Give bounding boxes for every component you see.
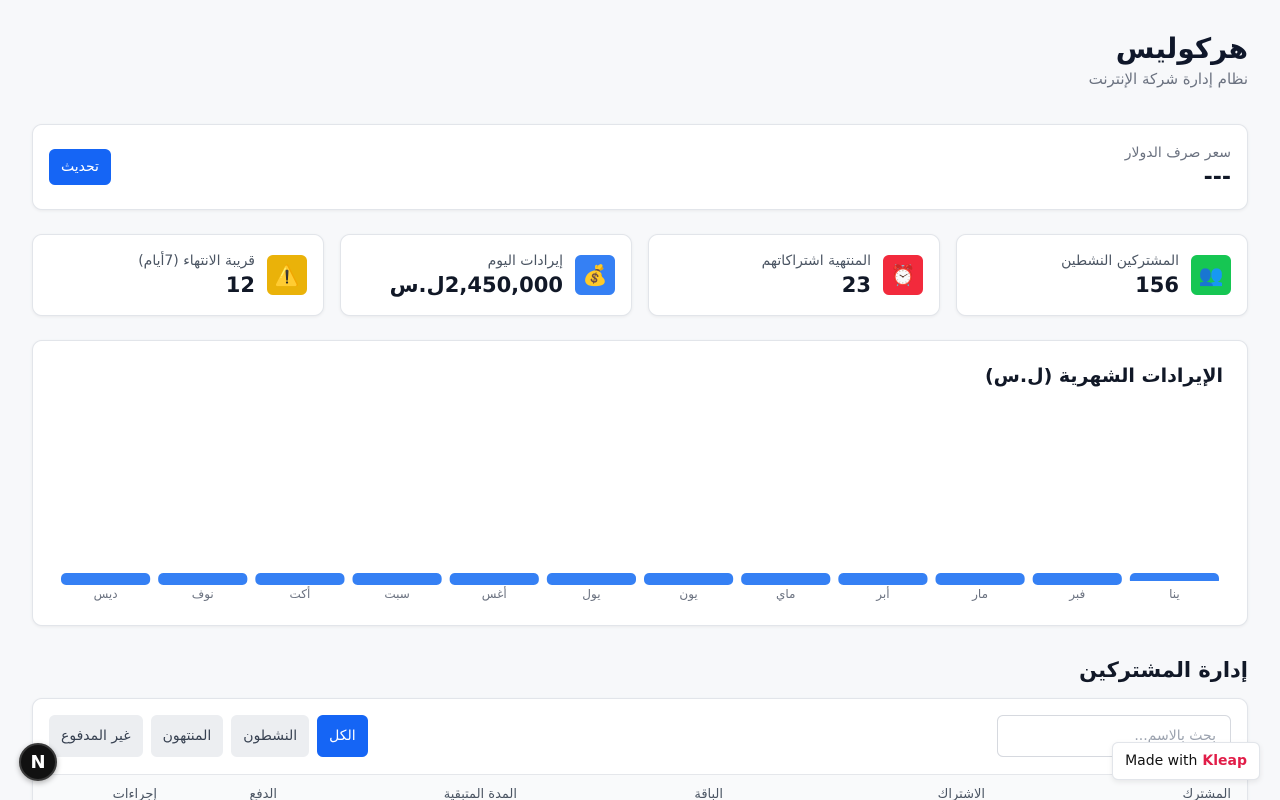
made-with-kleap-badge[interactable]: Made with Kleap: [1112, 742, 1260, 780]
exchange-rate-info: سعر صرف الدولار ---: [1125, 145, 1231, 190]
chart-tick-label: أبر: [875, 586, 889, 602]
chart-tick-label: نوف: [192, 587, 214, 602]
app-header: هركوليس نظام إدارة شركة الإنترنت: [32, 32, 1248, 124]
stat-label: قريبة الانتهاء (7أيام): [138, 253, 255, 269]
stat-value: 156: [1135, 273, 1179, 297]
stat-label: المشتركين النشطين: [1061, 253, 1179, 269]
alarm-clock-icon: ⏰: [883, 255, 923, 295]
app-title: هركوليس: [1115, 32, 1248, 65]
chart-tick-label: فبر: [1068, 587, 1085, 602]
filter-active-button[interactable]: النشطون: [231, 715, 310, 757]
kleap-brand-text: Kleap: [1202, 753, 1247, 769]
chart-bar-9: [352, 573, 442, 585]
exchange-rate-card: سعر صرف الدولار --- تحديث: [32, 124, 1248, 210]
column-header-package: الباقة: [694, 787, 723, 800]
subscribers-table-header: المشترك الاشتراك الباقة المدة المتبقية ا…: [33, 774, 1247, 800]
chart-bar-3: [935, 573, 1025, 585]
column-header-subscriber: المشترك: [1182, 787, 1232, 800]
chart-bar-10: [255, 573, 345, 585]
subscribers-card: الكل النشطون المنتهون غير المدفوع المشتر…: [32, 698, 1248, 800]
chart-tick-label: ينا: [1169, 587, 1180, 601]
column-header-payment: الدفع: [249, 787, 277, 800]
chart-area: ينا فبر مار أبر ماي يون يول أغس سبت أكت نوف ديس: [57, 391, 1223, 617]
chart-tick-label: ديس: [94, 587, 118, 602]
chart-tick-label: يول: [582, 587, 600, 602]
chart-bar-8: [449, 573, 539, 585]
chart-title: الإيرادات الشهرية (ل.س): [984, 365, 1223, 387]
floating-action-button[interactable]: N: [19, 743, 57, 781]
app-page: هركوليس نظام إدارة شركة الإنترنت سعر صرف…: [0, 0, 1280, 800]
chart-tick-label: ماي: [776, 587, 795, 601]
filter-group: الكل النشطون المنتهون غير المدفوع: [49, 715, 368, 757]
column-header-subscription: الاشتراك: [937, 787, 985, 800]
refresh-button[interactable]: تحديث: [49, 149, 111, 185]
chart-bar-6: [644, 573, 734, 585]
chart-bar-11: [158, 573, 248, 585]
subscribers-section-title: إدارة المشتركين: [1079, 658, 1248, 682]
chart-bar-7: [546, 573, 636, 585]
chart-bar-2: [1032, 573, 1122, 585]
monthly-revenue-chart-card: الإيرادات الشهرية (ل.س) ينا فبر مار أبر ماي ي…: [32, 340, 1248, 626]
stat-value: 2,450,000ل.س: [389, 273, 563, 297]
filter-unpaid-button[interactable]: غير المدفوع: [49, 715, 143, 757]
filter-all-button[interactable]: الكل: [317, 715, 368, 757]
chart-tick-label: يون: [679, 587, 697, 602]
exchange-rate-value: ---: [1203, 164, 1231, 190]
stat-card-expired-subscriptions: ⏰ المنتهية اشتراكاتهم 23: [648, 234, 940, 316]
chart-tick-label: سبت: [384, 587, 409, 601]
stat-card-active-subscribers: 👥 المشتركين النشطين 156: [956, 234, 1248, 316]
stats-row: 👥 المشتركين النشطين 156 ⏰ المنتهية اشترا…: [32, 234, 1248, 316]
stat-label: المنتهية اشتراكاتهم: [761, 253, 871, 269]
chart-tick-label: أغس: [482, 586, 507, 602]
chart-bar-5: [741, 573, 831, 585]
users-icon: 👥: [1191, 255, 1231, 295]
stat-card-expiring-soon: ⚠️ قريبة الانتهاء (7أيام) 12: [32, 234, 324, 316]
warning-icon: ⚠️: [267, 255, 307, 295]
subscribers-toolbar: الكل النشطون المنتهون غير المدفوع: [49, 715, 1231, 757]
chart-bar-4: [838, 573, 928, 585]
column-header-remaining-duration: المدة المتبقية: [443, 787, 517, 800]
filter-expired-button[interactable]: المنتهون: [150, 715, 224, 757]
money-bag-icon: 💰: [575, 255, 615, 295]
chart-tick-label: مار: [971, 587, 988, 602]
stat-value: 23: [841, 273, 871, 297]
stat-label: إيرادات اليوم: [487, 253, 563, 269]
column-header-actions: إجراءات: [112, 787, 157, 800]
app-subtitle: نظام إدارة شركة الإنترنت: [1088, 70, 1248, 88]
stat-card-today-revenue: 💰 إيرادات اليوم 2,450,000ل.س: [340, 234, 632, 316]
stat-value: 12: [225, 273, 255, 297]
made-with-text: Made with: [1125, 753, 1198, 769]
monthly-revenue-chart: ينا فبر مار أبر ماي يون يول أغس سبت أكت نوف ديس: [57, 573, 1223, 602]
chart-bar-12: [61, 573, 151, 585]
chart-tick-label: أكت: [289, 586, 310, 601]
exchange-rate-label: سعر صرف الدولار: [1124, 144, 1231, 161]
